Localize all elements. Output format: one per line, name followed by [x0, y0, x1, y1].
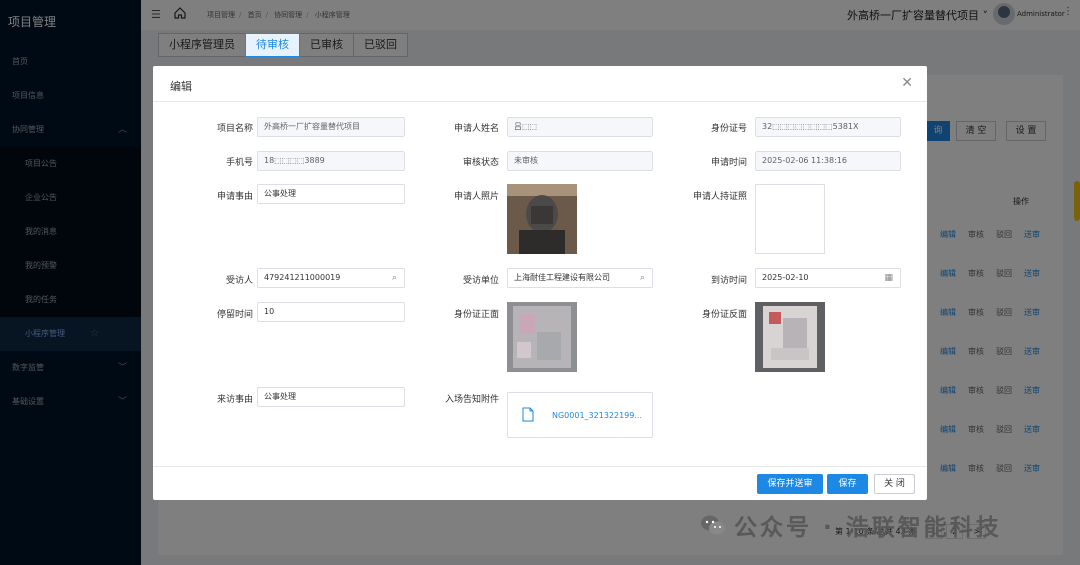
file-icon: [522, 407, 534, 422]
field-label: 申请人持证照: [692, 192, 747, 202]
close-button[interactable]: 关 闭: [874, 474, 915, 494]
field-label: 申请事由: [216, 192, 253, 202]
field-label: 身份证正面: [453, 310, 499, 320]
search-icon[interactable]: ⌕: [640, 269, 645, 287]
watermark-text: 公众号 · 浩联智能科技: [734, 515, 1002, 541]
review-status-field: 未审核: [507, 151, 653, 171]
field-label: 停留时间: [216, 310, 253, 320]
applicant-name-field: 吕⬚⬚: [507, 117, 653, 137]
id-number-field: 32⬚⬚⬚⬚⬚⬚⬚⬚5381X: [755, 117, 901, 137]
field-label: 审核状态: [462, 158, 499, 168]
attachment-card[interactable]: NG0001_321322199...: [507, 392, 653, 438]
field-label: 身份证反面: [701, 310, 747, 320]
attachment-filename[interactable]: NG0001_321322199...: [552, 411, 642, 420]
apply-time-field: 2025-02-06 11:38:16: [755, 151, 901, 171]
field-label: 申请人姓名: [453, 124, 499, 134]
visit-time-field[interactable]: 2025-02-10 ▦: [755, 268, 901, 288]
field-label: 项目名称: [216, 124, 253, 134]
field-label: 入场告知附件: [444, 395, 499, 405]
edit-dialog: 编辑 ✕ 项目名称 外高桥一厂扩容量替代项目 申请人姓名 吕⬚⬚ 身份证号 32…: [153, 66, 927, 500]
phone-field: 18⬚⬚⬚⬚3889: [257, 151, 405, 171]
visitee-unit-value: 上海耐佳工程建设有限公司: [514, 273, 610, 282]
project-name-field: 外高桥一厂扩容量替代项目: [257, 117, 405, 137]
visitee-field[interactable]: 479241211000019 ⌕: [257, 268, 405, 288]
field-label: 手机号: [225, 158, 253, 168]
visit-time-value: 2025-02-10: [762, 273, 809, 282]
close-icon[interactable]: ✕: [901, 75, 913, 91]
save-and-submit-button[interactable]: 保存并送审: [757, 474, 823, 494]
visitee-value: 479241211000019: [264, 273, 341, 282]
field-label: 申请人照片: [453, 192, 499, 202]
field-label: 到访时间: [710, 276, 747, 286]
watermark: 公众号 · 浩联智能科技: [700, 508, 1002, 542]
field-label: 身份证号: [710, 124, 747, 134]
field-label: 来访事由: [216, 395, 253, 405]
tab-pending[interactable]: 待审核: [245, 33, 300, 57]
field-label: 受访单位: [462, 276, 499, 286]
id-front-photo[interactable]: [507, 302, 577, 372]
dialog-footer: 保存并送审 保存 关 闭: [153, 466, 927, 500]
applicant-photo[interactable]: [507, 184, 577, 254]
reason-field[interactable]: 公事处理: [257, 184, 405, 204]
search-icon[interactable]: ⌕: [392, 269, 397, 287]
visitee-unit-field[interactable]: 上海耐佳工程建设有限公司 ⌕: [507, 268, 653, 288]
calendar-icon[interactable]: ▦: [884, 269, 893, 287]
stay-time-field[interactable]: 10: [257, 302, 405, 322]
field-label: 受访人: [225, 276, 253, 286]
visit-reason-field[interactable]: 公事处理: [257, 387, 405, 407]
id-back-photo[interactable]: [755, 302, 825, 372]
field-label: 申请时间: [710, 158, 747, 168]
dialog-header: 编辑 ✕: [153, 66, 927, 102]
wechat-icon: [701, 515, 725, 535]
applicant-id-photo[interactable]: [755, 184, 825, 254]
dialog-title: 编辑: [170, 80, 192, 93]
save-button[interactable]: 保存: [827, 474, 868, 494]
